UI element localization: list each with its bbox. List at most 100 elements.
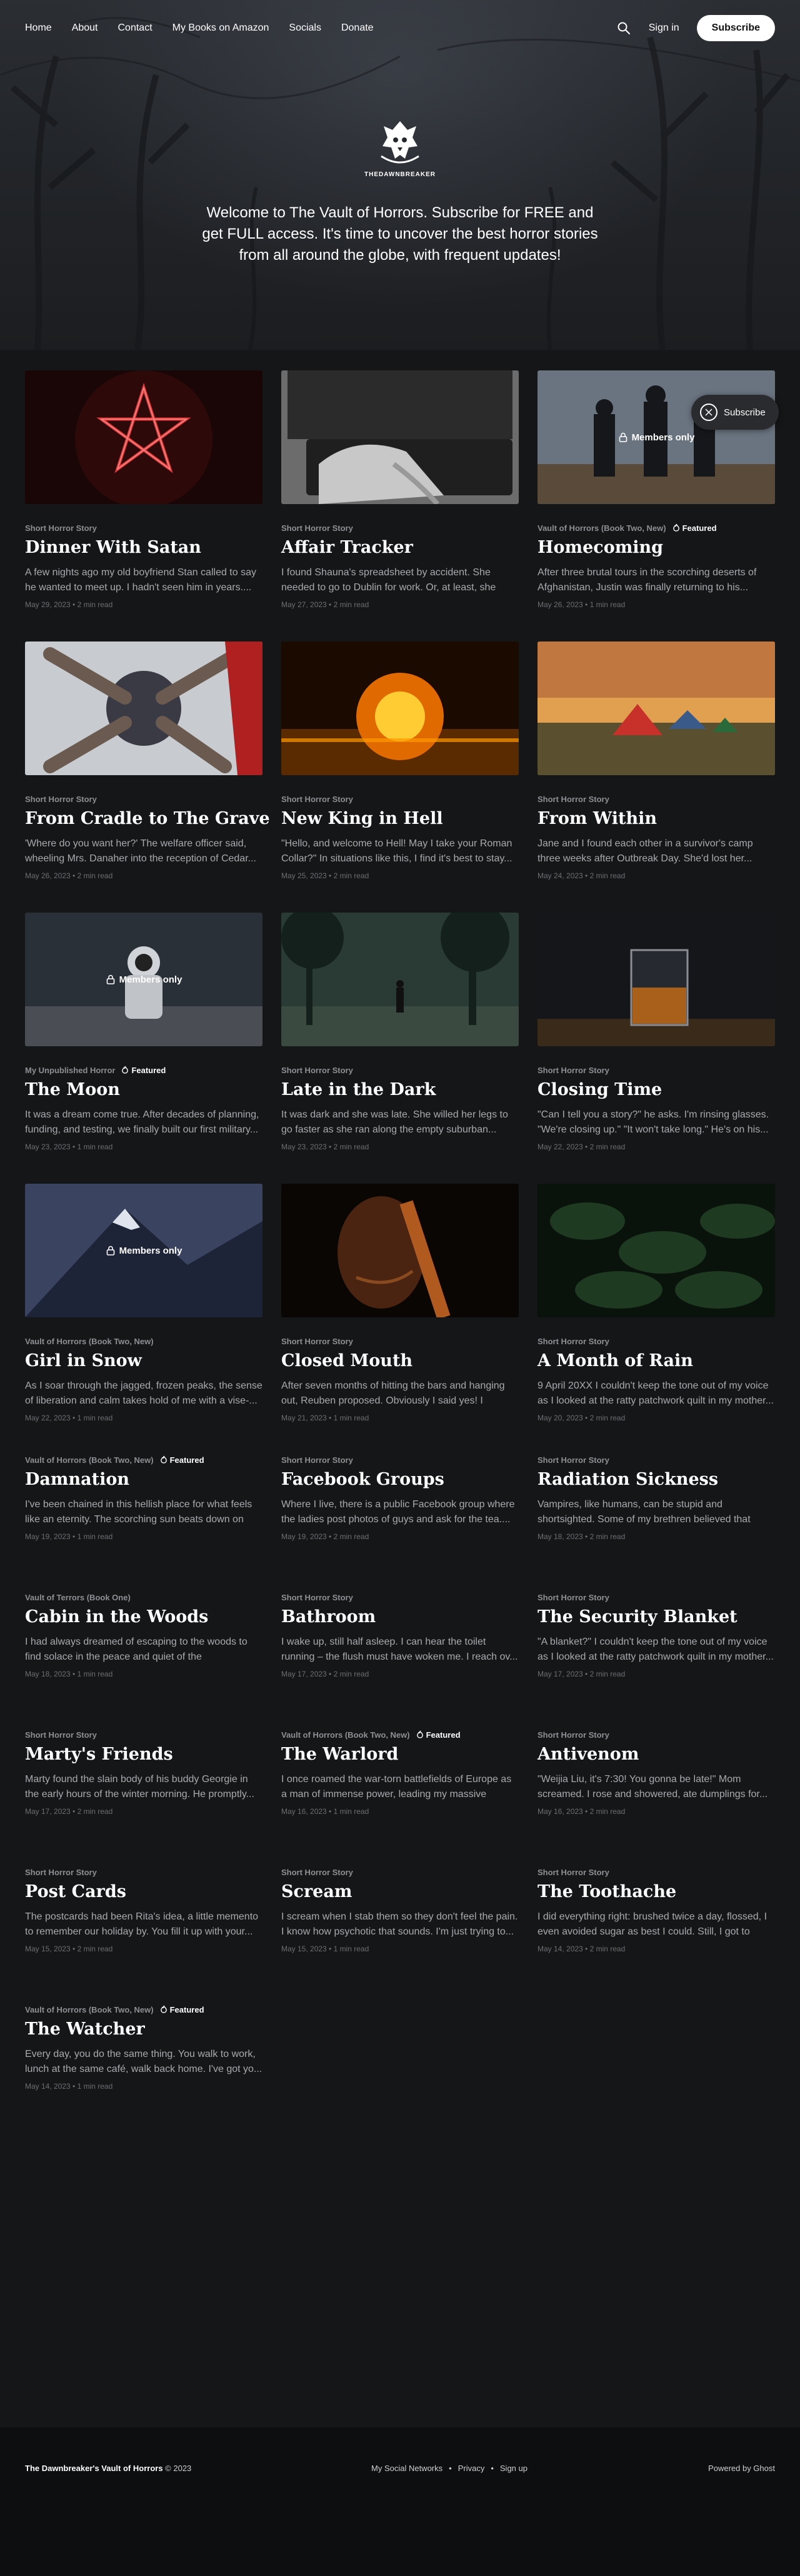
post-card[interactable]: Members only Vault of Horrors (Book Two, … bbox=[25, 1184, 262, 1455]
post-title[interactable]: From Cradle to The Grave bbox=[25, 808, 270, 830]
post-card[interactable]: Vault of Horrors (Book Two, New) Featured… bbox=[281, 1730, 519, 1867]
post-title[interactable]: Closing Time bbox=[538, 1079, 775, 1101]
post-tag[interactable]: Short Horror Story bbox=[538, 795, 609, 804]
post-title[interactable]: Homecoming bbox=[538, 537, 775, 559]
post-card[interactable]: Short Horror Story Antivenom "Weijia Liu, … bbox=[538, 1730, 775, 1867]
post-tag[interactable]: Short Horror Story bbox=[281, 1455, 353, 1465]
post-card[interactable]: Short Horror Story Post Cards The postcard… bbox=[25, 1867, 262, 2004]
nav-contact-link[interactable]: Contact bbox=[118, 22, 152, 34]
post-tag[interactable]: Short Horror Story bbox=[25, 523, 97, 533]
post-card[interactable]: Members only My Unpublished Horror Feature… bbox=[25, 913, 262, 1184]
post-card[interactable]: Short Horror Story Radiation Sickness Vamp… bbox=[538, 1455, 775, 1592]
post-card[interactable]: Short Horror Story Closed Mouth After seve… bbox=[281, 1184, 519, 1455]
post-title[interactable]: Girl in Snow bbox=[25, 1350, 262, 1372]
footer-social-link[interactable]: My Social Networks bbox=[371, 2464, 442, 2473]
post-title[interactable]: The Warlord bbox=[281, 1743, 519, 1766]
footer-powered-by[interactable]: Powered by Ghost bbox=[708, 2464, 775, 2473]
post-card[interactable]: Short Horror Story The Security Blanket "A… bbox=[538, 1592, 775, 1730]
post-tag[interactable]: Short Horror Story bbox=[538, 1337, 609, 1346]
post-title[interactable]: Scream bbox=[281, 1881, 519, 1903]
post-tag[interactable]: Short Horror Story bbox=[281, 1066, 353, 1075]
footer-signup-link[interactable]: Sign up bbox=[500, 2464, 528, 2473]
post-tag[interactable]: Short Horror Story bbox=[281, 1593, 353, 1602]
post-card[interactable]: Vault of Terrors (Book One) Cabin in the … bbox=[25, 1592, 262, 1730]
post-thumbnail[interactable] bbox=[538, 642, 775, 775]
post-card[interactable]: Short Horror Story The Toothache I did eve… bbox=[538, 1867, 775, 2004]
floating-subscribe-button[interactable]: Subscribe bbox=[691, 395, 779, 430]
nav-books-link[interactable]: My Books on Amazon bbox=[172, 22, 269, 34]
footer-privacy-link[interactable]: Privacy bbox=[458, 2464, 485, 2473]
post-title[interactable]: New King in Hell bbox=[281, 808, 519, 830]
post-tag[interactable]: Short Horror Story bbox=[25, 1730, 97, 1740]
post-title[interactable]: Late in the Dark bbox=[281, 1079, 519, 1101]
post-thumbnail[interactable]: Members only bbox=[538, 370, 775, 504]
post-card[interactable]: Short Horror Story From Cradle to The Gra… bbox=[25, 642, 270, 913]
post-tag[interactable]: Vault of Horrors (Book Two, New) bbox=[25, 2005, 154, 2014]
post-tag[interactable]: My Unpublished Horror bbox=[25, 1066, 115, 1075]
footer-brand-link[interactable]: The Dawnbreaker's Vault of Horrors bbox=[25, 2464, 163, 2473]
post-tag[interactable]: Short Horror Story bbox=[281, 795, 353, 804]
post-tag[interactable]: Short Horror Story bbox=[538, 1455, 609, 1465]
site-logo[interactable]: THEDAWNBREAKER bbox=[0, 117, 800, 178]
post-title[interactable]: Dinner With Satan bbox=[25, 537, 262, 559]
post-card[interactable]: Short Horror Story Marty's Friends Marty f… bbox=[25, 1730, 262, 1867]
post-title[interactable]: Post Cards bbox=[25, 1881, 262, 1903]
post-thumbnail[interactable]: Members only bbox=[25, 1184, 262, 1317]
post-tag[interactable]: Short Horror Story bbox=[25, 1868, 97, 1877]
post-title[interactable]: Marty's Friends bbox=[25, 1743, 262, 1766]
post-tag[interactable]: Short Horror Story bbox=[25, 795, 97, 804]
post-card[interactable]: Short Horror Story New King in Hell "Hello… bbox=[281, 642, 519, 913]
post-tag[interactable]: Vault of Horrors (Book Two, New) bbox=[25, 1455, 154, 1465]
post-title[interactable]: The Security Blanket bbox=[538, 1606, 775, 1628]
nav-home-link[interactable]: Home bbox=[25, 22, 52, 34]
post-tag[interactable]: Vault of Horrors (Book Two, New) bbox=[538, 523, 666, 533]
search-icon[interactable] bbox=[616, 21, 631, 36]
post-title[interactable]: Antivenom bbox=[538, 1743, 775, 1766]
post-tag[interactable]: Short Horror Story bbox=[538, 1868, 609, 1877]
post-tag[interactable]: Short Horror Story bbox=[281, 1868, 353, 1877]
post-title[interactable]: Damnation bbox=[25, 1469, 262, 1491]
post-card[interactable]: Short Horror Story Late in the Dark It was… bbox=[281, 913, 519, 1184]
subscribe-button[interactable]: Subscribe bbox=[696, 15, 775, 41]
nav-donate-link[interactable]: Donate bbox=[341, 22, 374, 34]
post-title[interactable]: A Month of Rain bbox=[538, 1350, 775, 1372]
post-thumbnail[interactable]: Members only bbox=[25, 913, 262, 1046]
post-thumbnail[interactable] bbox=[281, 370, 519, 504]
post-title[interactable]: The Toothache bbox=[538, 1881, 775, 1903]
post-title[interactable]: The Moon bbox=[25, 1079, 262, 1101]
post-card[interactable]: Short Horror Story A Month of Rain 9 April… bbox=[538, 1184, 775, 1455]
post-title[interactable]: Radiation Sickness bbox=[538, 1469, 775, 1491]
post-thumbnail[interactable] bbox=[281, 642, 519, 775]
post-title[interactable]: Affair Tracker bbox=[281, 537, 519, 559]
post-card[interactable]: Vault of Horrors (Book Two, New) Featured… bbox=[25, 1455, 262, 1592]
post-title[interactable]: The Watcher bbox=[25, 2018, 262, 2041]
post-thumbnail[interactable] bbox=[25, 642, 262, 775]
post-card[interactable]: Short Horror Story Facebook Groups Where I… bbox=[281, 1455, 519, 1592]
post-tag[interactable]: Vault of Horrors (Book Two, New) bbox=[281, 1730, 410, 1740]
post-card[interactable]: Short Horror Story From Within Jane and I … bbox=[538, 642, 775, 913]
post-tag[interactable]: Short Horror Story bbox=[538, 1066, 609, 1075]
post-tag[interactable]: Vault of Horrors (Book Two, New) bbox=[25, 1337, 154, 1346]
post-title[interactable]: Bathroom bbox=[281, 1606, 519, 1628]
post-thumbnail[interactable] bbox=[538, 913, 775, 1046]
post-card[interactable]: Short Horror Story Affair Tracker I found … bbox=[281, 370, 519, 642]
post-title[interactable]: From Within bbox=[538, 808, 775, 830]
post-card[interactable]: Short Horror Story Dinner With Satan A few… bbox=[25, 370, 262, 642]
nav-about-link[interactable]: About bbox=[72, 22, 98, 34]
post-thumbnail[interactable] bbox=[538, 1184, 775, 1317]
post-thumbnail[interactable] bbox=[25, 370, 262, 504]
post-card[interactable]: Vault of Horrors (Book Two, New) Featured… bbox=[25, 2004, 262, 2142]
post-card[interactable]: Short Horror Story Scream I scream when I … bbox=[281, 1867, 519, 2004]
nav-socials-link[interactable]: Socials bbox=[289, 22, 321, 34]
post-card[interactable]: Short Horror Story Closing Time "Can I tel… bbox=[538, 913, 775, 1184]
post-title[interactable]: Cabin in the Woods bbox=[25, 1606, 262, 1628]
post-thumbnail[interactable] bbox=[281, 1184, 519, 1317]
post-thumbnail[interactable] bbox=[281, 913, 519, 1046]
post-tag[interactable]: Short Horror Story bbox=[281, 1337, 353, 1346]
post-card[interactable]: Short Horror Story Bathroom I wake up, sti… bbox=[281, 1592, 519, 1730]
post-tag[interactable]: Vault of Terrors (Book One) bbox=[25, 1593, 131, 1602]
post-title[interactable]: Facebook Groups bbox=[281, 1469, 519, 1491]
signin-link[interactable]: Sign in bbox=[649, 22, 679, 34]
post-tag[interactable]: Short Horror Story bbox=[281, 523, 353, 533]
post-tag[interactable]: Short Horror Story bbox=[538, 1730, 609, 1740]
